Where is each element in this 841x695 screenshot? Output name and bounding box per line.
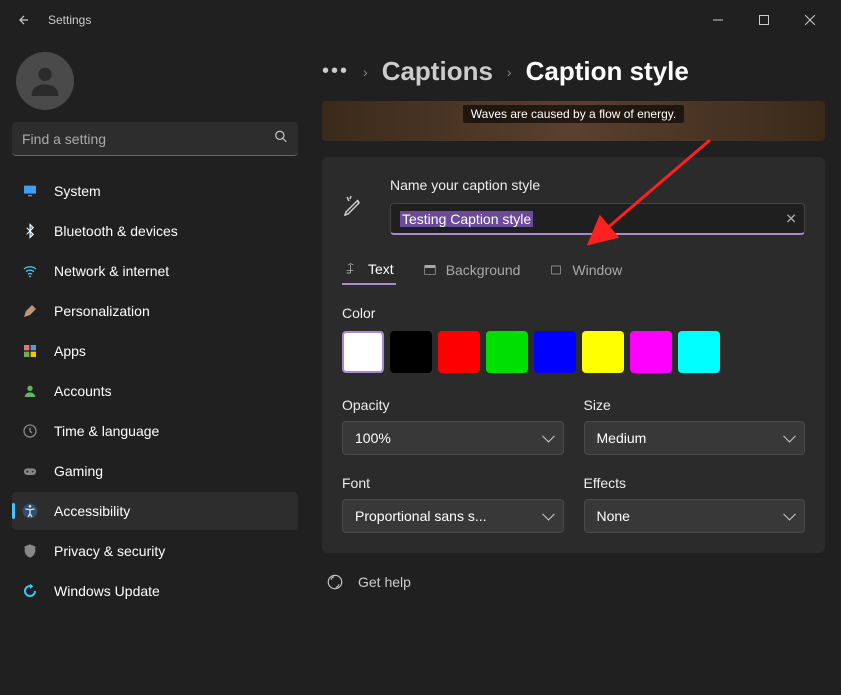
text-tab-icon <box>344 261 360 277</box>
sidebar-item-label: System <box>54 183 101 199</box>
accessibility-icon <box>22 503 38 519</box>
sidebar-item-accessibility[interactable]: Accessibility <box>12 492 298 530</box>
gamepad-icon <box>22 463 38 479</box>
color-section-label: Color <box>342 305 805 321</box>
opacity-select[interactable]: 100% <box>342 421 564 455</box>
search-input[interactable] <box>12 122 298 156</box>
font-select[interactable]: Proportional sans s... <box>342 499 564 533</box>
color-swatch[interactable] <box>390 331 432 373</box>
tab-window[interactable]: Window <box>546 255 624 285</box>
sidebar-item-label: Bluetooth & devices <box>54 223 178 239</box>
sidebar-item-label: Accessibility <box>54 503 130 519</box>
clock-icon <box>22 423 38 439</box>
preview-caption-text: Waves are caused by a flow of energy. <box>463 105 684 123</box>
color-swatch[interactable] <box>486 331 528 373</box>
breadcrumb-captions-link[interactable]: Captions <box>382 56 493 87</box>
sidebar-item-accounts[interactable]: Accounts <box>12 372 298 410</box>
sidebar-item-apps[interactable]: Apps <box>12 332 298 370</box>
color-swatch[interactable] <box>678 331 720 373</box>
sidebar-item-gaming[interactable]: Gaming <box>12 452 298 490</box>
color-swatch[interactable] <box>582 331 624 373</box>
chevron-right-icon: › <box>363 64 368 80</box>
clear-input-button[interactable]: ✕ <box>785 211 797 228</box>
tab-text[interactable]: Text <box>342 255 396 285</box>
person-icon <box>22 383 38 399</box>
sidebar-item-bluetooth-devices[interactable]: Bluetooth & devices <box>12 212 298 250</box>
color-swatch[interactable] <box>438 331 480 373</box>
sidebar-item-label: Gaming <box>54 463 103 479</box>
effects-select[interactable]: None <box>584 499 806 533</box>
close-button[interactable] <box>787 4 833 36</box>
help-icon <box>326 573 344 591</box>
search-icon <box>274 130 288 149</box>
color-swatch[interactable] <box>630 331 672 373</box>
back-button[interactable] <box>8 4 40 36</box>
caption-preview: Waves are caused by a flow of energy. <box>322 101 825 141</box>
update-icon <box>22 583 38 599</box>
maximize-button[interactable] <box>741 4 787 36</box>
bluetooth-icon <box>22 223 38 239</box>
effects-label: Effects <box>584 475 806 491</box>
size-label: Size <box>584 397 806 413</box>
sidebar-item-label: Accounts <box>54 383 112 399</box>
color-swatch[interactable] <box>342 331 384 373</box>
avatar[interactable] <box>16 52 74 110</box>
sidebar-item-personalization[interactable]: Personalization <box>12 292 298 330</box>
shield-icon <box>22 543 38 559</box>
sidebar-item-label: Apps <box>54 343 86 359</box>
sidebar-item-windows-update[interactable]: Windows Update <box>12 572 298 610</box>
sidebar-item-system[interactable]: System <box>12 172 298 210</box>
background-tab-icon <box>422 262 438 278</box>
sidebar-item-label: Time & language <box>54 423 159 439</box>
color-swatch[interactable] <box>534 331 576 373</box>
apps-icon <box>22 343 38 359</box>
name-input-label: Name your caption style <box>390 177 805 193</box>
sidebar-item-label: Network & internet <box>54 263 169 279</box>
tab-background[interactable]: Background <box>420 255 523 285</box>
get-help-link[interactable]: Get help <box>358 574 411 590</box>
monitor-icon <box>22 183 38 199</box>
window-title: Settings <box>48 13 91 27</box>
sidebar-item-label: Windows Update <box>54 583 160 599</box>
window-tab-icon <box>548 262 564 278</box>
font-label: Font <box>342 475 564 491</box>
brush-icon <box>22 303 38 319</box>
chevron-right-icon: › <box>507 64 512 80</box>
wifi-icon <box>22 263 38 279</box>
sidebar-item-network-internet[interactable]: Network & internet <box>12 252 298 290</box>
minimize-button[interactable] <box>695 4 741 36</box>
breadcrumb-more[interactable]: ••• <box>322 60 349 83</box>
sidebar-item-label: Privacy & security <box>54 543 165 559</box>
page-title: Caption style <box>526 56 689 87</box>
pen-icon <box>342 194 366 218</box>
caption-style-name-input[interactable] <box>390 203 805 235</box>
sidebar-item-time-language[interactable]: Time & language <box>12 412 298 450</box>
sidebar-item-label: Personalization <box>54 303 150 319</box>
breadcrumb: ••• › Captions › Caption style <box>322 40 825 101</box>
opacity-label: Opacity <box>342 397 564 413</box>
size-select[interactable]: Medium <box>584 421 806 455</box>
sidebar-item-privacy-security[interactable]: Privacy & security <box>12 532 298 570</box>
